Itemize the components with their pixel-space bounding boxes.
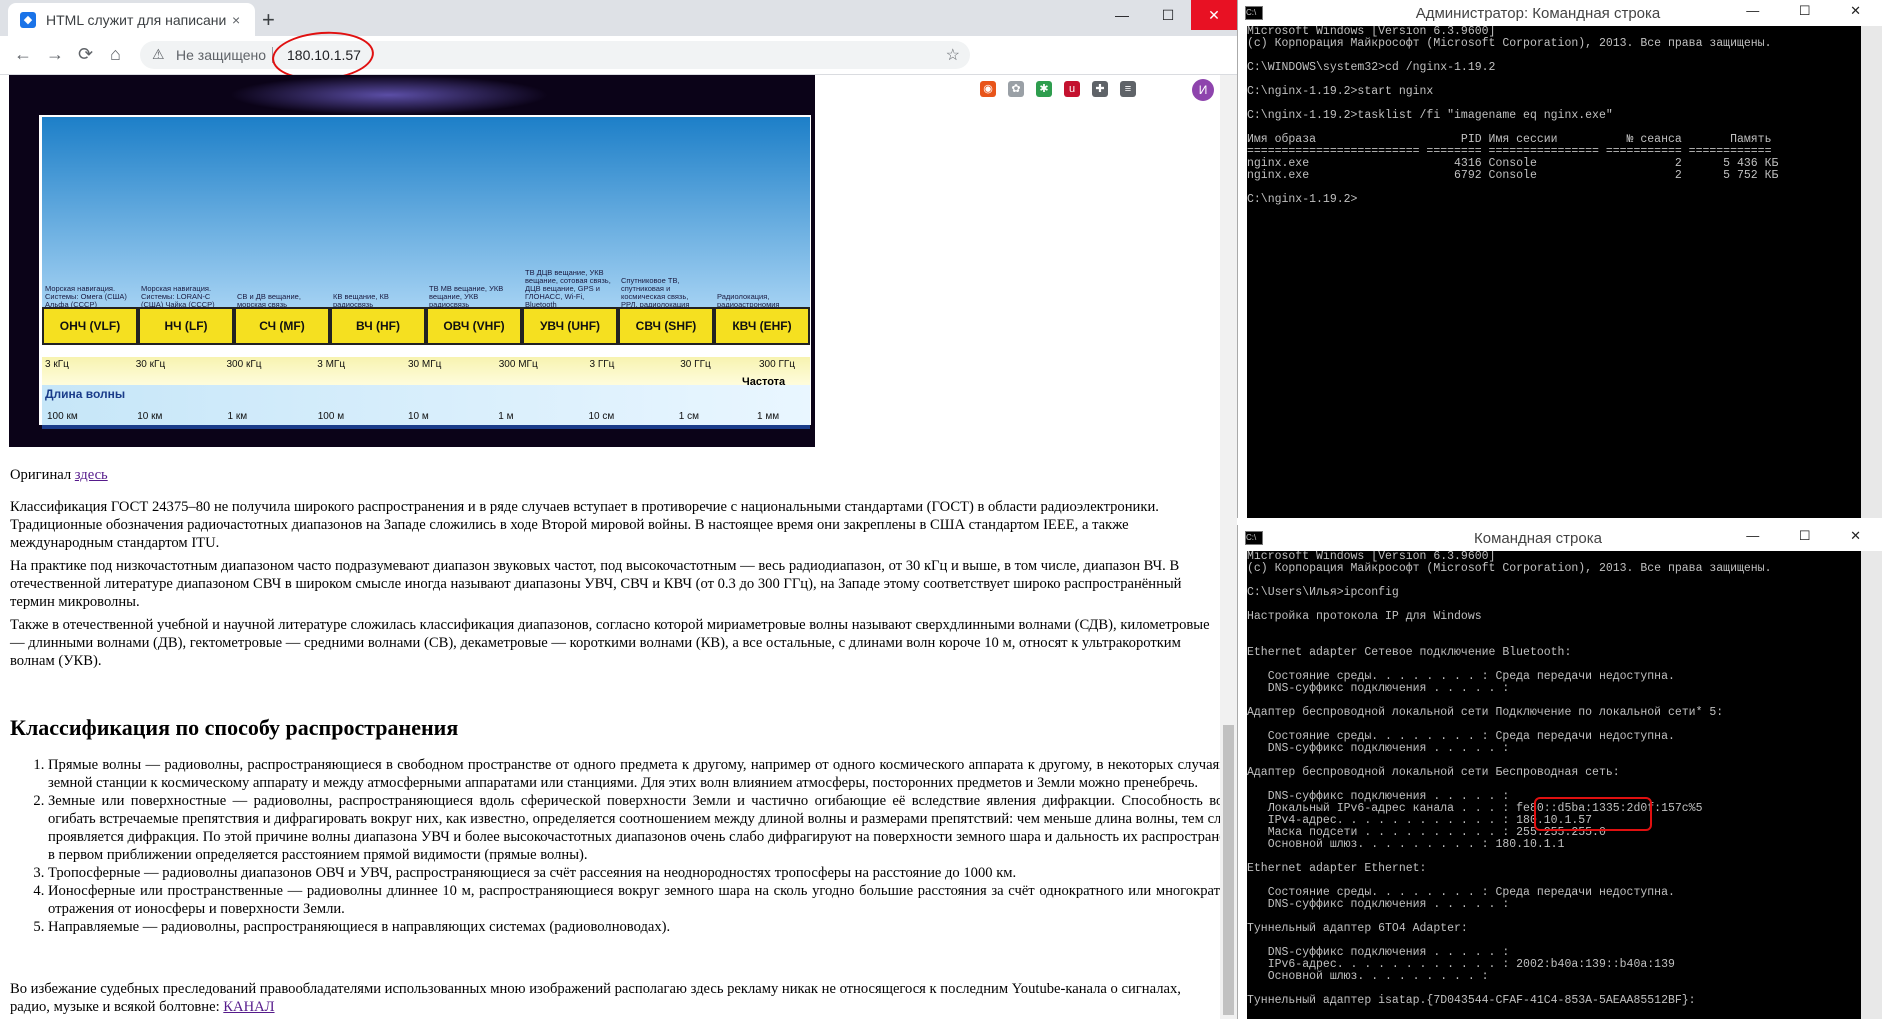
cmd-output[interactable]: Microsoft Windows [Version 6.3.9600] (c)…: [1247, 551, 1879, 1019]
paragraph-practice: На практике под низкочастотным диапазоно…: [10, 558, 1182, 610]
footer-text: Во избежание судебных преследований прав…: [10, 981, 1181, 1015]
browser-tab[interactable]: ◆ HTML служит для написания ве ×: [8, 3, 255, 36]
wavelength-tick-label: 10 м: [408, 411, 429, 422]
wavelength-tick-label: 10 км: [137, 411, 163, 422]
band-description: ТВ МВ вещание, УКВ вещание, УКВ радиосвя…: [429, 284, 504, 309]
cmd-titlebar[interactable]: C:\ Командная строка — ☐ ✕: [1238, 525, 1882, 551]
home-button[interactable]: ⌂: [110, 44, 121, 65]
bookmark-star-icon[interactable]: ☆: [946, 45, 960, 65]
band-column: Спутниковое ТВ, спутниковая и космическа…: [618, 117, 715, 313]
frequency-tick-label: 30 МГц: [408, 359, 442, 370]
frequency-tick-label: 30 кГц: [135, 359, 166, 370]
band-label: КВЧ (EHF): [714, 307, 810, 345]
close-window-button[interactable]: ✕: [1191, 0, 1237, 30]
band-label: ОВЧ (VHF): [426, 307, 522, 345]
list-item: Тропосферные — радиоволны диапазонов ОВЧ…: [48, 864, 1220, 882]
wavelength-tick-label: 1 мм: [757, 411, 780, 422]
list-item: Ионосферные или пространственные — радио…: [48, 882, 1220, 918]
wavelength-tick-label: 1 м: [498, 411, 514, 422]
warning-icon[interactable]: ⚠: [152, 46, 165, 63]
band-description: ТВ ДЦВ вещание, УКВ вещание, сотовая свя…: [525, 268, 611, 309]
band-description: Морская навигация. Системы: Омега (США) …: [45, 284, 127, 309]
frequency-tick-label: 3 кГц: [45, 359, 69, 370]
list-item: Земные или поверхностные — радиоволны, р…: [48, 792, 1220, 864]
cmd-scrollbar[interactable]: [1861, 551, 1882, 1019]
wavelength-tick-label: 100 м: [317, 411, 345, 422]
admin-cmd-titlebar[interactable]: C:\ Администратор: Командная строка — ☐ …: [1238, 0, 1882, 26]
new-tab-button[interactable]: +: [262, 7, 275, 33]
paragraph-domestic: Также в отечественной учебной и научной …: [10, 617, 1210, 669]
band-description: Морская навигация. Системы: LORAN-C (США…: [141, 284, 215, 309]
tab-title: HTML служит для написания ве: [46, 11, 226, 28]
frequency-tick-label: 30 ГГц: [680, 359, 711, 370]
tab-favicon-icon: ◆: [20, 11, 36, 28]
channel-link[interactable]: КАНАЛ: [223, 999, 274, 1015]
image-glow: [229, 75, 549, 115]
minimize-button[interactable]: —: [1099, 0, 1145, 30]
band-label: СЧ (MF): [234, 307, 330, 345]
forward-button[interactable]: →: [46, 44, 64, 65]
list-item: Прямые волны — радиоволны, распространяю…: [48, 756, 1220, 792]
band-column: КВ вещание, КВ радиосвязь: [330, 117, 427, 313]
band-label: ОНЧ (VLF): [42, 307, 138, 345]
wavelength-tick-label: 1 км: [227, 411, 248, 422]
band-column: Морская навигация. Системы: Омега (США) …: [42, 117, 139, 313]
band-column: Радиолокация, радиоастрономия: [714, 117, 811, 313]
original-source-link[interactable]: здесь: [75, 467, 108, 483]
frequency-tick-label: 300 МГц: [498, 359, 538, 370]
band-description: Спутниковое ТВ, спутниковая и космическа…: [621, 276, 690, 309]
wavelength-axis-title: Длина волны: [45, 387, 126, 401]
maximize-button[interactable]: ☐: [1145, 0, 1191, 30]
footer-paragraph: Во избежание судебных преследований прав…: [10, 980, 1210, 1016]
wavelength-tick-label: 100 км: [47, 411, 78, 422]
frequency-tick-label: 300 кГц: [226, 359, 262, 370]
frequency-tick-label: 3 МГц: [317, 359, 346, 370]
radio-spectrum-image: Морская навигация. Системы: Омега (США) …: [9, 75, 815, 447]
band-column: Морская навигация. Системы: LORAN-C (США…: [138, 117, 235, 313]
section-heading: Классификация по способу распространения: [10, 715, 459, 740]
band-label: НЧ (LF): [138, 307, 234, 345]
security-status[interactable]: Не защищено: [176, 47, 266, 63]
tab-close-icon[interactable]: ×: [232, 12, 240, 28]
wavelength-tick-label: 1 см: [678, 411, 699, 422]
frequency-tick-label: 3 ГГц: [589, 359, 615, 370]
list-item: Направляемые — радиоволны, распространяю…: [48, 918, 1220, 936]
admin-cmd-window: C:\ Администратор: Командная строка — ☐ …: [1237, 0, 1882, 518]
browser-toolbar: ← → ⟳ ⌂ ⚠ Не защищено 180.10.1.57 ☆ ◉ ✿ …: [0, 36, 1237, 101]
band-label: СВЧ (SHF): [618, 307, 714, 345]
browser-window: ◆ HTML служит для написания ве × + — ☐ ✕…: [0, 0, 1237, 1019]
band-column: ТВ ДЦВ вещание, УКВ вещание, сотовая свя…: [522, 117, 619, 313]
scrollbar-thumb[interactable]: [1223, 725, 1234, 1015]
band-column: СВ и ДВ вещание, морская связь: [234, 117, 331, 313]
address-bar[interactable]: ⚠ Не защищено 180.10.1.57 ☆: [140, 41, 970, 69]
page-content: Морская навигация. Системы: Омега (США) …: [0, 75, 1220, 1019]
window-controls: — ☐ ✕: [1099, 0, 1237, 30]
reload-button[interactable]: ⟳: [78, 44, 93, 65]
propagation-list: Прямые волны — радиоволны, распространяю…: [10, 756, 1220, 936]
ipv4-highlight-annotation: [1534, 797, 1652, 831]
paragraph-gost: Классификация ГОСТ 24375–80 не получила …: [10, 499, 1159, 551]
band-label: УВЧ (UHF): [522, 307, 618, 345]
original-source-line: Оригинал здесь: [10, 466, 1210, 484]
wavelength-baseline: [42, 425, 810, 429]
admin-cmd-scrollbar[interactable]: [1861, 26, 1882, 518]
band-column: ТВ МВ вещание, УКВ вещание, УКВ радиосвя…: [426, 117, 523, 313]
original-prefix: Оригинал: [10, 467, 75, 483]
frequency-tick-label: 300 ГГц: [759, 359, 796, 370]
cmd-window: C:\ Командная строка — ☐ ✕ Microsoft Win…: [1237, 525, 1882, 1019]
wavelength-tick-label: 10 см: [588, 411, 615, 422]
back-button[interactable]: ←: [14, 44, 32, 65]
cmd-window-buttons[interactable]: — ☐ ✕: [1746, 528, 1879, 544]
admin-cmd-window-buttons[interactable]: — ☐ ✕: [1746, 3, 1879, 19]
admin-cmd-output[interactable]: Microsoft Windows [Version 6.3.9600] (c)…: [1247, 26, 1879, 518]
page-scrollbar[interactable]: [1220, 75, 1237, 1019]
tab-strip: ◆ HTML служит для написания ве × + — ☐ ✕: [0, 0, 1237, 36]
band-label: ВЧ (HF): [330, 307, 426, 345]
